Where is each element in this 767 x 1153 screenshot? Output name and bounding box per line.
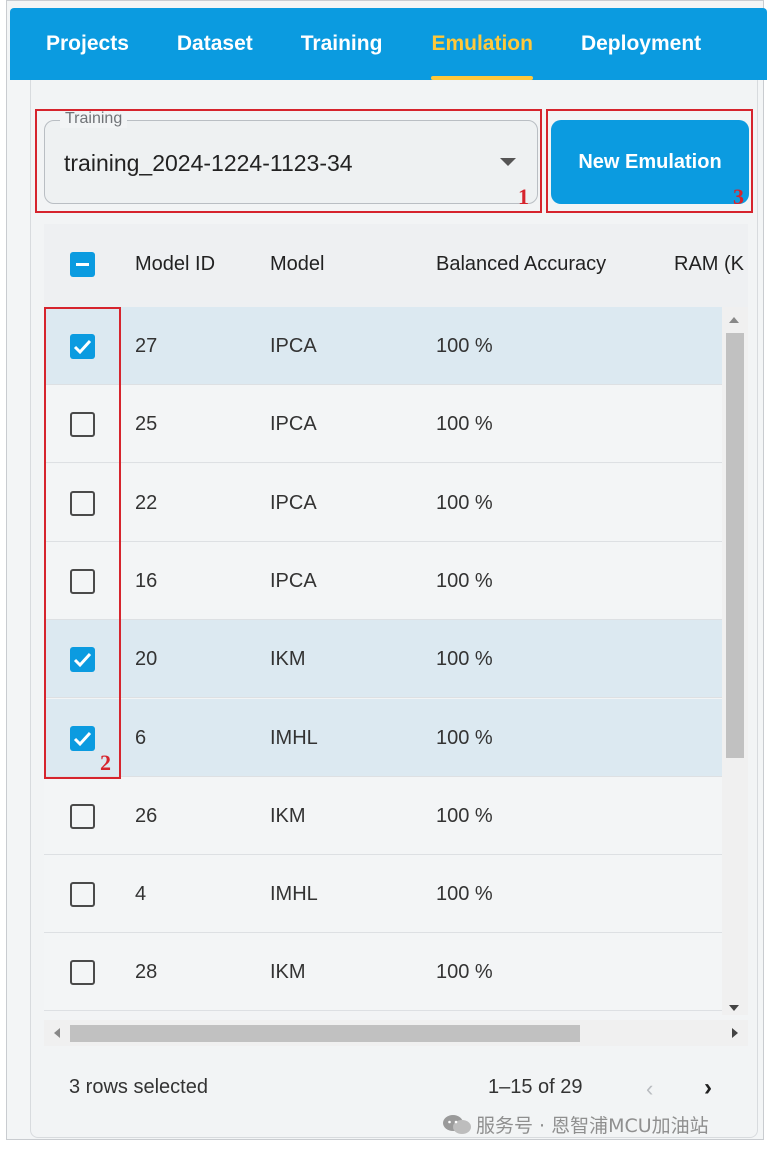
cell-model-id: 4 (135, 883, 147, 905)
cell-model-id: 22 (135, 492, 158, 514)
cell-model: IPCA (270, 570, 317, 592)
next-page-icon[interactable]: › (704, 1074, 712, 1102)
row-checkbox[interactable] (70, 334, 95, 359)
cell-model: IKM (270, 961, 306, 983)
cell-model-id: 26 (135, 805, 158, 827)
vertical-scrollbar-thumb[interactable] (726, 333, 744, 758)
training-select-label: Training (60, 110, 128, 128)
cell-balanced-accuracy: 100 % (436, 805, 493, 827)
dropdown-arrow-icon[interactable] (500, 158, 516, 166)
cell-balanced-accuracy: 100 % (436, 883, 493, 905)
new-emulation-button[interactable]: New Emulation (551, 120, 749, 204)
annotation-label-2: 2 (100, 750, 111, 775)
row-checkbox[interactable] (70, 412, 95, 437)
annotation-label-1: 1 (518, 184, 529, 209)
checkmark-icon (73, 731, 92, 747)
previous-page-icon[interactable]: ‹ (646, 1076, 653, 1102)
cell-model: IPCA (270, 492, 317, 514)
cell-model: IMHL (270, 727, 318, 749)
cell-balanced-accuracy: 100 % (436, 335, 493, 357)
column-header-model[interactable]: Model (270, 253, 324, 276)
row-checkbox[interactable] (70, 726, 95, 751)
top-nav-bar: Projects Dataset Training Emulation Depl… (10, 8, 767, 80)
row-checkbox[interactable] (70, 882, 95, 907)
cell-model-id: 25 (135, 413, 158, 435)
checkmark-icon (73, 339, 92, 355)
annotation-label-3: 3 (733, 184, 744, 209)
column-header-model-id[interactable]: Model ID (135, 253, 215, 276)
scroll-down-arrow-icon[interactable] (729, 1005, 739, 1011)
cell-balanced-accuracy: 100 % (436, 648, 493, 670)
cell-model: IPCA (270, 413, 317, 435)
pagination-range: 1–15 of 29 (488, 1076, 583, 1098)
tab-projects[interactable]: Projects (46, 8, 129, 80)
cell-model: IMHL (270, 883, 318, 905)
cell-balanced-accuracy: 100 % (436, 413, 493, 435)
watermark-text: 服务号 · 恩智浦MCU加油站 (476, 1115, 709, 1137)
scroll-right-arrow-icon[interactable] (732, 1028, 738, 1038)
cell-model: IPCA (270, 335, 317, 357)
row-checkbox[interactable] (70, 647, 95, 672)
tab-deployment[interactable]: Deployment (581, 8, 701, 80)
row-checkbox[interactable] (70, 569, 95, 594)
training-select-value: training_2024-1224-1123-34 (64, 150, 353, 176)
scroll-up-arrow-icon[interactable] (729, 317, 739, 323)
tab-training[interactable]: Training (301, 8, 383, 80)
horizontal-scrollbar-thumb[interactable] (70, 1025, 580, 1042)
tab-emulation[interactable]: Emulation (431, 8, 533, 80)
scroll-left-arrow-icon[interactable] (54, 1028, 60, 1038)
rows-selected-count: 3 rows selected (69, 1076, 208, 1098)
minus-icon (76, 263, 89, 266)
cell-model-id: 27 (135, 335, 158, 357)
row-checkbox[interactable] (70, 491, 95, 516)
column-header-ram[interactable]: RAM (K (674, 253, 744, 276)
cell-model: IKM (270, 805, 306, 827)
cell-model-id: 20 (135, 648, 158, 670)
select-all-checkbox[interactable] (70, 252, 95, 277)
cell-model: IKM (270, 648, 306, 670)
watermark: 服务号 · 恩智浦MCU加油站 (442, 1111, 709, 1138)
cell-model-id: 28 (135, 961, 158, 983)
cell-balanced-accuracy: 100 % (436, 570, 493, 592)
cell-model-id: 16 (135, 570, 158, 592)
cell-balanced-accuracy: 100 % (436, 961, 493, 983)
row-checkbox[interactable] (70, 960, 95, 985)
wechat-icon (443, 1114, 471, 1134)
cell-balanced-accuracy: 100 % (436, 492, 493, 514)
column-header-balanced-accuracy[interactable]: Balanced Accuracy (436, 253, 606, 276)
cell-model-id: 6 (135, 727, 147, 749)
checkmark-icon (73, 652, 92, 668)
tab-dataset[interactable]: Dataset (177, 8, 253, 80)
row-checkbox[interactable] (70, 804, 95, 829)
cell-balanced-accuracy: 100 % (436, 727, 493, 749)
